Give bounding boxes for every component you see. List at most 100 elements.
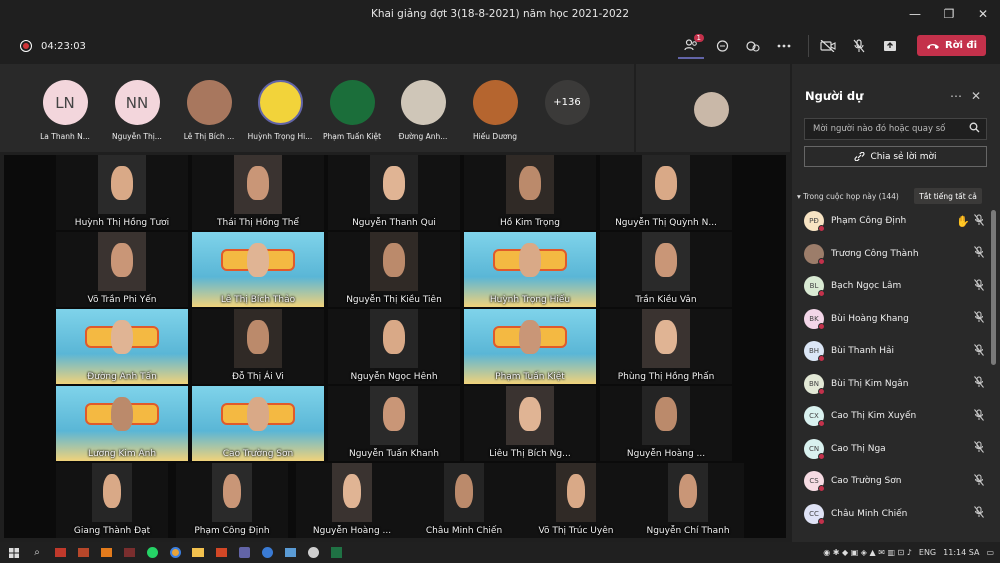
attendee-item[interactable]: Lê Thị Bích ... [173,80,245,141]
participant-row[interactable]: PĐ Phạm Công Định ✋ [804,208,984,234]
video-tile[interactable]: Nguyễn Ngọc Hênh [328,309,460,384]
video-tile[interactable]: Phùng Thị Hồng Phấn [600,309,732,384]
mic-muted-icon[interactable] [974,246,984,261]
video-tile[interactable]: Phạm Tuấn Kiệt [464,309,596,384]
video-tile[interactable]: Phạm Công Định [176,463,288,538]
mic-toggle-button[interactable] [846,33,872,59]
participants-badge: 1 [693,34,704,42]
panel-more-icon[interactable]: ⋯ [950,89,962,103]
participant-row[interactable]: CS Cao Trường Sơn [804,468,984,494]
chrome-icon[interactable] [166,544,184,562]
app-icon[interactable] [304,544,322,562]
participant-face [247,319,269,354]
participant-row[interactable]: Trương Công Thành [804,241,984,267]
mic-muted-icon[interactable] [974,278,984,294]
panel-scrollbar[interactable] [991,210,996,365]
video-tile[interactable]: Nguyễn Thanh Qui [328,155,460,230]
in-meeting-section[interactable]: ▾ Trong cuộc họp này (144) [797,192,899,201]
app-icon[interactable] [97,544,115,562]
video-tile[interactable]: Trần Kiều Vân [600,232,732,307]
app-icon[interactable] [212,544,230,562]
app-icon[interactable] [258,544,276,562]
mic-muted-icon[interactable] [974,311,984,326]
minimize-button[interactable]: — [898,0,932,28]
app-icon[interactable] [74,544,92,562]
participant-row[interactable]: BN Bùi Thị Kim Ngân [804,371,984,397]
mic-muted-icon[interactable] [974,343,984,359]
video-tile[interactable]: Đường Anh Tấn [56,309,188,384]
more-attendees-button[interactable]: +136 [531,80,603,125]
participant-row[interactable]: BH Bùi Thanh Hải [804,338,984,364]
zalo-icon[interactable] [143,544,161,562]
participant-row[interactable]: CC Châu Minh Chiến [804,501,984,527]
video-tile[interactable]: Châu Minh Chiến [408,463,520,538]
video-tile[interactable]: Giang Thành Đạt [56,463,168,538]
attendee-item[interactable]: Đường Anh... [387,80,459,141]
video-tile[interactable]: Lê Thị Bích Thảo [192,232,324,307]
mic-muted-icon[interactable] [974,376,984,391]
close-panel-icon[interactable]: ✕ [971,89,981,103]
folder-icon[interactable] [189,544,207,562]
excel-icon[interactable] [327,544,345,562]
video-tile[interactable]: Huỳnh Thị Hồng Tươi [56,155,188,230]
app-icon[interactable] [51,544,69,562]
attendee-item[interactable]: NN Nguyễn Thị... [101,80,173,141]
video-tile[interactable]: Võ Trần Phi Yến [56,232,188,307]
mic-muted-icon[interactable] [974,213,984,229]
attendee-item[interactable]: Huỳnh Trọng Hi... [244,80,316,141]
video-tile[interactable]: Nguyễn Chí Thanh [632,463,744,538]
more-actions-button[interactable] [771,33,797,59]
restore-button[interactable]: ❐ [932,0,966,28]
participant-face [247,396,269,431]
camera-toggle-button[interactable] [815,33,841,59]
video-tile[interactable]: Nguyễn Thị Quỳnh N... [600,155,732,230]
participant-row[interactable]: BL Bạch Ngọc Lâm [804,273,984,299]
windows-taskbar: ⌕ ◉ ✱ ◆ ▣ ◈ ▲ ✉ ▥ ⊡ ♪ ENG 11:14 SA ▭ [0,542,1000,563]
participant-face [103,473,121,508]
attendee-item[interactable]: Hiếu Dương [459,80,531,141]
video-tile[interactable]: Lương Kim Anh [56,386,188,461]
participant-row[interactable]: BK Bùi Hoàng Khang [804,306,984,332]
notification-icon[interactable]: ▭ [986,548,994,557]
app-icon[interactable] [120,544,138,562]
video-tile[interactable]: Nguyễn Hoàng ... [296,463,408,538]
app-icon[interactable] [281,544,299,562]
video-tile[interactable]: Cao Trường Sơn [192,386,324,461]
video-tile[interactable]: Đỗ Thị Ái Vi [192,309,324,384]
video-tile[interactable]: Huỳnh Trọng Hiếu [464,232,596,307]
video-tile[interactable]: Nguyễn Thị Kiều Tiên [328,232,460,307]
attendee-item[interactable]: Phạm Tuấn Kiệt [316,80,388,141]
mic-muted-icon[interactable] [974,506,984,521]
participants-button[interactable]: 1 [678,33,704,59]
participant-face [247,165,269,200]
mic-muted-icon[interactable] [974,473,984,489]
tile-name: Lê Thị Bích Thảo [220,295,296,305]
language-indicator[interactable]: ENG [919,548,936,557]
share-invite-button[interactable]: Chia sẻ lời mời [804,146,987,167]
mic-muted-icon[interactable] [974,408,984,424]
search-taskbar-icon[interactable]: ⌕ [28,544,46,562]
start-icon[interactable] [5,544,23,562]
attendee-item[interactable]: LN La Thanh N... [29,80,101,141]
video-tile[interactable]: Nguyễn Tuấn Khanh [328,386,460,461]
teams-icon[interactable] [235,544,253,562]
participant-row[interactable]: CN Cao Thị Nga [804,436,984,462]
close-window-button[interactable]: ✕ [966,0,1000,28]
invite-search-input[interactable]: Mời người nào đó hoặc quay số [804,118,987,140]
reactions-button[interactable] [740,33,766,59]
chat-button[interactable] [709,33,735,59]
participant-row[interactable]: CX Cao Thị Kim Xuyến [804,403,984,429]
mute-all-button[interactable]: Tắt tiếng tất cả [914,188,982,204]
video-tile[interactable]: Võ Thị Trúc Uyên [520,463,632,538]
share-screen-button[interactable] [877,33,903,59]
video-tile[interactable]: Thái Thị Hồng Thể [192,155,324,230]
video-tile[interactable]: Liêu Thị Bích Ng... [464,386,596,461]
tray-icons[interactable]: ◉ ✱ ◆ ▣ ◈ ▲ ✉ ▥ ⊡ ♪ [823,548,912,557]
avatar-initials: BN [808,379,820,388]
leave-button[interactable]: Rời đi [917,35,986,56]
attendee-name: La Thanh N... [40,132,90,141]
video-tile[interactable]: Nguyễn Hoàng ... [600,386,732,461]
video-tile[interactable]: Hồ Kim Trọng [464,155,596,230]
mic-muted-icon[interactable] [974,441,984,456]
clock[interactable]: 11:14 SA [943,548,979,557]
